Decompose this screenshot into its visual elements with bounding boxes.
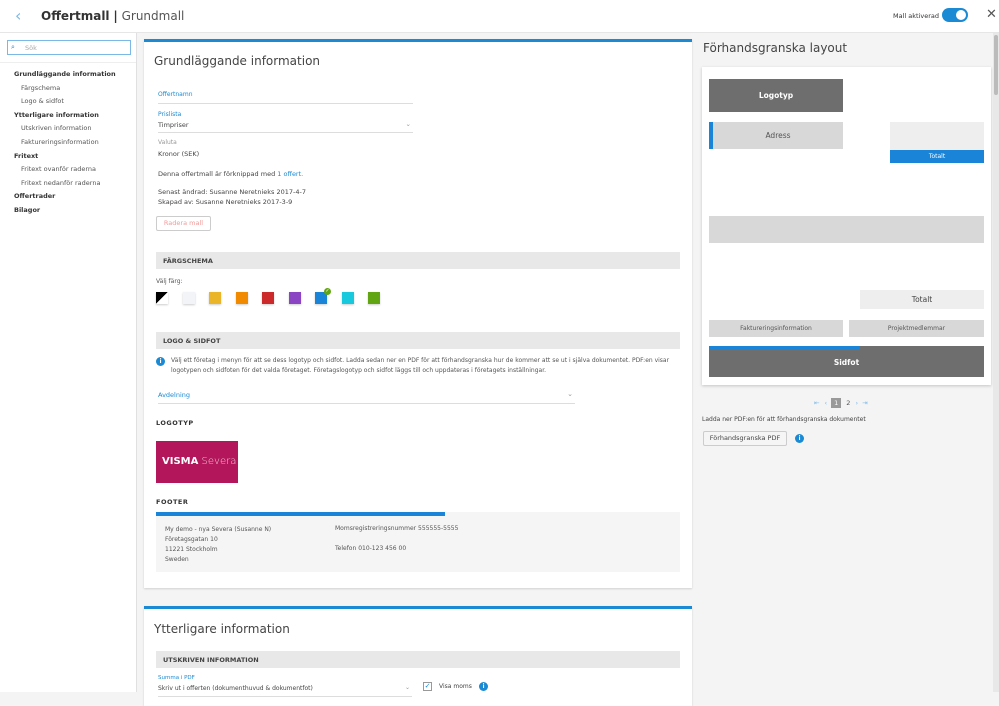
logo-section-header: LOGO & SIDFOT bbox=[156, 332, 680, 349]
sidebar-item[interactable]: Offertrader bbox=[0, 190, 136, 204]
last-page-icon[interactable]: ⇥ bbox=[862, 399, 867, 407]
offer-name-field[interactable]: Offertnamn bbox=[158, 90, 413, 104]
info-icon: i bbox=[156, 357, 165, 366]
show-vat-label: Visa moms bbox=[439, 683, 472, 690]
pricelist-select[interactable]: Timpriser ⌄ bbox=[158, 120, 413, 133]
color-swatch[interactable] bbox=[341, 292, 354, 304]
preview-rows bbox=[709, 216, 984, 243]
color-swatch[interactable] bbox=[209, 292, 221, 304]
back-icon[interactable]: ‹ bbox=[15, 6, 21, 25]
page-title: Offertmall | Grundmall bbox=[41, 9, 184, 23]
currency-label: Valuta bbox=[158, 139, 177, 146]
preview-invoicing: Faktureringsinformation bbox=[709, 320, 843, 337]
footer-line: Företagsgatan 10 bbox=[165, 536, 218, 543]
sidebar-item[interactable]: Faktureringsinformation bbox=[0, 136, 136, 150]
logotype-heading: LOGOTYP bbox=[156, 419, 194, 427]
preview-footer: Sidfot bbox=[709, 346, 984, 377]
color-swatch[interactable] bbox=[235, 292, 248, 304]
preview-project-members: Projektmedlemmar bbox=[849, 320, 984, 337]
printed-info-header: UTSKRIVEN INFORMATION bbox=[156, 651, 680, 668]
sidebar-item[interactable]: Bilagor bbox=[0, 204, 136, 218]
footer-vat: Momsregistreringsnummer 555555-5555 bbox=[335, 525, 459, 532]
toggle-label: Mall aktiverad bbox=[893, 12, 939, 20]
modified-info: Senast ändrad: Susanne Neretnieks 2017-4… bbox=[158, 188, 306, 196]
search-input[interactable]: ⌕ Sök bbox=[7, 40, 131, 55]
footer-preview: My demo - nya Severa (Susanne N) Företags… bbox=[156, 512, 680, 572]
sidebar: ⌕ Sök Grundläggande information Färgschem… bbox=[0, 33, 137, 692]
pricelist-label: Prislista bbox=[158, 111, 182, 118]
preview-total: Totalt bbox=[860, 290, 984, 309]
footer-line: My demo - nya Severa (Susanne N) bbox=[165, 526, 272, 533]
first-page-icon[interactable]: ⇤ bbox=[814, 399, 819, 407]
preview-title: Förhandsgranska layout bbox=[703, 41, 848, 55]
color-swatch[interactable] bbox=[182, 292, 195, 304]
created-info: Skapad av: Susanne Neretnieks 2017-3-9 bbox=[158, 198, 293, 206]
basic-info-card: Grundläggande information Offertnamn Pri… bbox=[144, 39, 692, 588]
download-text: Ladda ner PDF:en för att förhandsgranska… bbox=[702, 416, 866, 423]
color-swatch[interactable] bbox=[368, 292, 380, 304]
title-bold: Offertmall bbox=[41, 9, 110, 23]
card-title: Grundläggande information bbox=[154, 54, 321, 68]
search-placeholder: Sök bbox=[25, 44, 37, 52]
sum-select[interactable]: Skriv ut i offerten (dokumenthuvud & dok… bbox=[158, 684, 412, 697]
color-swatches: ✓ bbox=[156, 288, 556, 308]
sum-label: Summa i PDF bbox=[158, 675, 195, 681]
footer-line: 11221 Stockholm bbox=[165, 546, 218, 553]
info-icon[interactable]: i bbox=[479, 682, 488, 691]
chevron-down-icon: ⌄ bbox=[567, 390, 573, 398]
page-1-button[interactable]: 1 bbox=[831, 398, 842, 408]
sidebar-item[interactable]: Grundläggande information bbox=[0, 68, 136, 82]
sidebar-item[interactable]: Färgschema bbox=[0, 82, 136, 96]
additional-info-card: Ytterligare information UTSKRIVEN INFORM… bbox=[144, 606, 692, 706]
nav-list: Grundläggande information Färgschema Logo … bbox=[0, 68, 136, 218]
page-2-button[interactable]: 2 bbox=[846, 399, 850, 407]
delete-template-button[interactable]: Radera mall bbox=[156, 216, 211, 231]
sidebar-item[interactable]: Fritext bbox=[0, 150, 136, 164]
preview-logotype: Logotyp bbox=[709, 79, 843, 112]
linked-offers-link[interactable]: 1 offert. bbox=[277, 170, 303, 178]
linked-text: Denna offertmall är förknippad med 1 off… bbox=[158, 170, 304, 178]
active-toggle[interactable] bbox=[942, 8, 968, 22]
preview-address: Adress bbox=[709, 122, 843, 149]
chevron-down-icon: ⌄ bbox=[405, 120, 411, 128]
close-icon[interactable]: ✕ bbox=[986, 7, 997, 22]
sidebar-item[interactable]: Ytterligare information bbox=[0, 109, 136, 123]
color-section-header: FÄRGSCHEMA bbox=[156, 252, 680, 269]
info-icon[interactable]: i bbox=[795, 434, 804, 443]
preview-total-small: Totalt bbox=[890, 150, 984, 163]
company-logo: VISMA Severa bbox=[156, 441, 238, 483]
color-swatch[interactable] bbox=[288, 292, 301, 304]
layout-preview: Logotyp Adress Totalt Totalt Fakturering… bbox=[702, 67, 991, 385]
pagination: ⇤ ‹ 1 2 › ⇥ bbox=[814, 398, 884, 408]
logo-info-text: Välj ett företag i menyn för att se dess… bbox=[171, 357, 670, 374]
color-swatch[interactable] bbox=[156, 292, 168, 304]
next-page-icon[interactable]: › bbox=[856, 399, 859, 407]
check-icon: ✓ bbox=[324, 288, 331, 295]
footer-phone: Telefon 010-123 456 00 bbox=[335, 545, 407, 552]
sidebar-item[interactable]: Utskriven information bbox=[0, 122, 136, 136]
search-icon: ⌕ bbox=[11, 43, 15, 51]
chevron-down-icon: ⌄ bbox=[404, 684, 410, 691]
sidebar-item[interactable]: Logo & sidfot bbox=[0, 95, 136, 109]
title-light: Grundmall bbox=[121, 9, 185, 23]
card-title: Ytterligare information bbox=[154, 622, 290, 636]
title-separator: | bbox=[113, 9, 118, 23]
department-select[interactable]: Avdelning ⌄ bbox=[158, 390, 575, 404]
sidebar-item[interactable]: Fritext ovanför raderna bbox=[0, 163, 136, 177]
show-vat-checkbox[interactable]: ✓ bbox=[423, 682, 432, 691]
footer-line: Sweden bbox=[165, 556, 189, 563]
footer-heading: FOOTER bbox=[156, 498, 189, 506]
choose-color-label: Välj färg: bbox=[156, 278, 183, 285]
prev-page-icon[interactable]: ‹ bbox=[825, 399, 828, 407]
color-swatch[interactable]: ✓ bbox=[315, 288, 331, 304]
scrollbar[interactable] bbox=[993, 33, 999, 692]
header: ‹ Offertmall | Grundmall Mall aktiverad … bbox=[0, 0, 999, 33]
sidebar-item[interactable]: Fritext nedanför raderna bbox=[0, 177, 136, 191]
color-swatch[interactable] bbox=[262, 292, 274, 304]
currency-value: Kronor (SEK) bbox=[158, 150, 200, 158]
preview-pdf-button[interactable]: Förhandsgranska PDF bbox=[703, 431, 787, 446]
